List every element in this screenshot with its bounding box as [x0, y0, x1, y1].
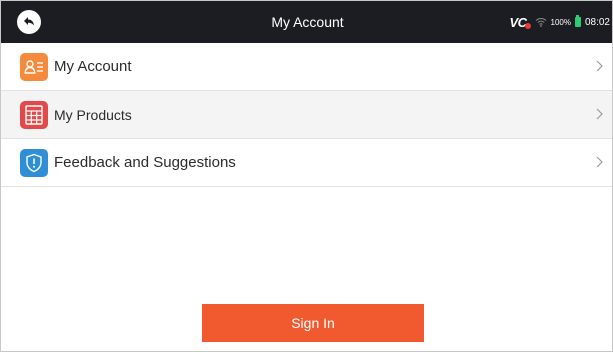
chevron-right-icon — [596, 60, 603, 72]
battery-percent: 100% — [550, 17, 571, 27]
feedback-shield-icon — [20, 148, 48, 177]
battery-icon — [574, 15, 581, 27]
vci-disconnected-dot — [524, 22, 531, 29]
clock: 08:02 — [584, 16, 610, 28]
menu-item-my-account[interactable]: My Account — [1, 43, 612, 91]
chevron-right-icon — [596, 108, 603, 120]
menu-item-label: Feedback and Suggestions — [54, 154, 236, 171]
menu-item-my-products[interactable]: My Products — [1, 91, 612, 139]
vci-status-icon: VC — [509, 14, 531, 30]
menu-item-feedback[interactable]: Feedback and Suggestions — [1, 139, 612, 187]
top-bar: My Account VC 100% 08:02 — [1, 1, 612, 43]
menu-item-label: My Products — [54, 106, 132, 123]
app-window: My Account VC 100% 08:02 My Account My P… — [0, 0, 613, 352]
wifi-icon — [535, 17, 546, 27]
vci-label: VC — [509, 14, 527, 30]
status-bar: VC 100% 08:02 — [509, 1, 610, 43]
menu-list: My Account My Products Feedback and Sugg… — [1, 43, 612, 187]
chevron-right-icon — [596, 156, 603, 168]
menu-item-label: My Account — [54, 58, 132, 75]
account-list-icon — [20, 52, 48, 81]
products-grid-icon — [20, 100, 48, 129]
sign-in-button[interactable]: Sign In — [202, 304, 424, 342]
